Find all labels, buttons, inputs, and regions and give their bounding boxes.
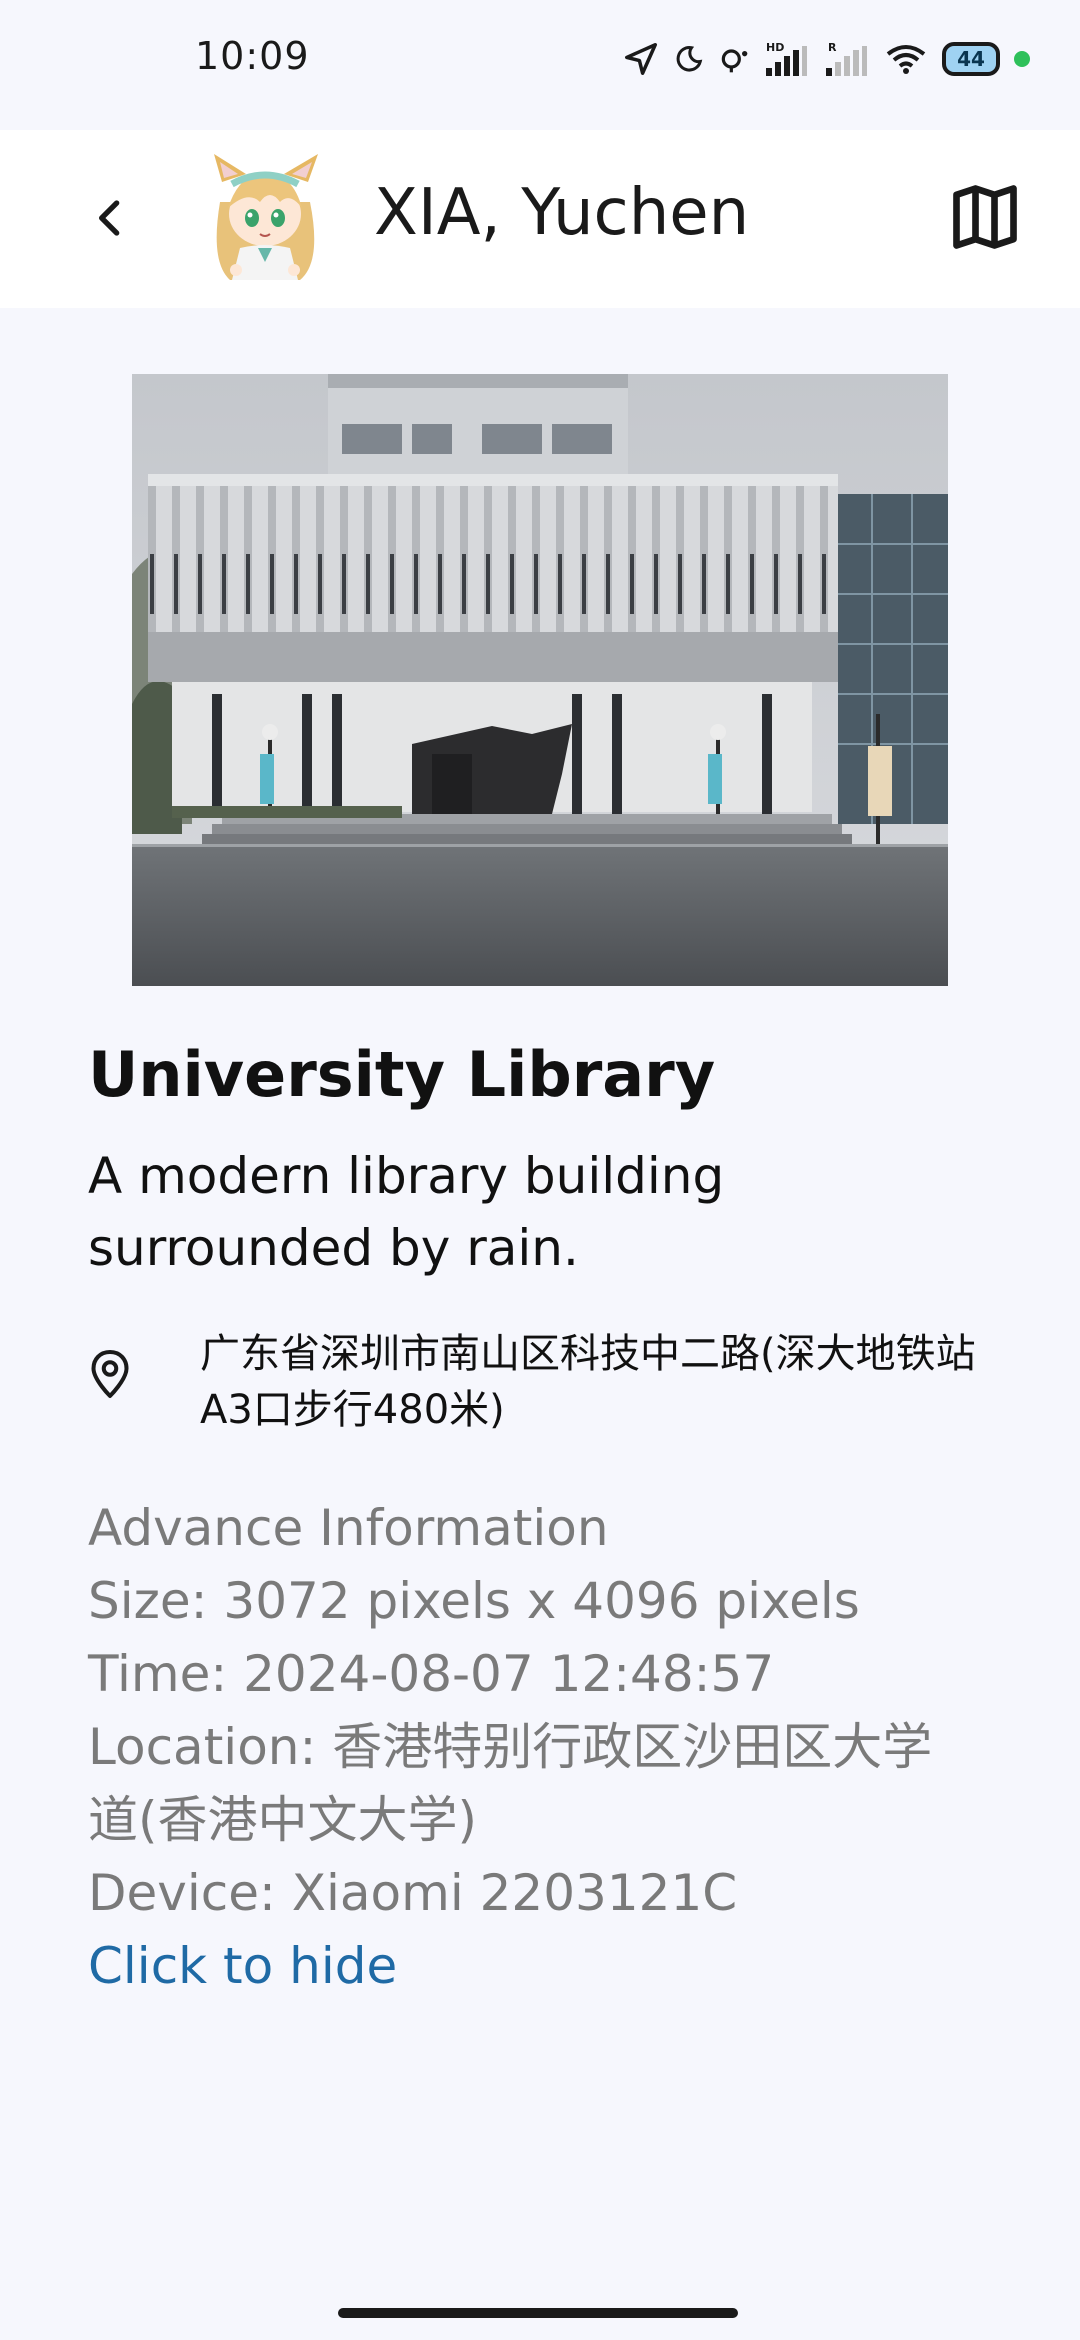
navigation-bar xyxy=(0,2296,1080,2340)
privacy-indicator-dot xyxy=(1014,51,1030,67)
device-model: Device: Xiaomi 2203121C xyxy=(88,1864,738,1922)
image-size: Size: 3072 pixels x 4096 pixels xyxy=(88,1572,860,1630)
wifi-icon xyxy=(886,45,926,74)
battery-level: 44 xyxy=(957,47,985,71)
hide-advance-info-link[interactable]: Click to hide xyxy=(88,1930,1028,2003)
status-icons: HD R 44 xyxy=(622,36,1030,82)
map-button[interactable] xyxy=(940,172,1030,262)
avatar[interactable] xyxy=(200,152,330,284)
location-pin-icon xyxy=(91,1349,129,1399)
battery-icon: 44 xyxy=(942,42,1000,76)
home-gesture-handle[interactable] xyxy=(338,2308,738,2318)
app-bar: XIA, Yuchen xyxy=(0,130,1080,308)
address-text: 广东省深圳市南山区科技中二路(深大地铁站A3口步行480米) xyxy=(200,1331,976,1433)
hd-signal-icon: HD xyxy=(766,41,807,76)
place-title: University Library xyxy=(88,1038,716,1111)
svg-text:R: R xyxy=(828,41,837,54)
alarm-icon xyxy=(721,49,748,73)
place-description: A modern library building surrounded by … xyxy=(88,1147,725,1277)
signal-r-icon: R xyxy=(826,41,867,76)
moon-icon xyxy=(676,46,703,72)
status-bar: 10:09 HD R 44 xyxy=(0,0,1080,130)
advance-heading: Advance Information xyxy=(88,1499,609,1557)
anime-avatar-icon xyxy=(214,154,318,280)
advance-information: Advance Information Size: 3072 pixels x … xyxy=(88,1492,1028,2003)
capture-time: Time: 2024-08-07 12:48:57 xyxy=(88,1645,775,1703)
user-name: XIA, Yuchen xyxy=(374,176,750,250)
svg-text:HD: HD xyxy=(766,41,784,54)
place-details: University Library A modern library buil… xyxy=(88,1030,1028,2003)
chevron-left-icon xyxy=(99,200,120,236)
map-icon xyxy=(953,185,1017,249)
location-arrow-icon xyxy=(625,43,657,75)
place-photo[interactable] xyxy=(132,374,948,986)
back-button[interactable] xyxy=(70,178,150,258)
library-building-image xyxy=(132,374,948,986)
address-row[interactable]: 广东省深圳市南山区科技中二路(深大地铁站A3口步行480米) xyxy=(88,1326,1028,1436)
status-time: 10:09 xyxy=(195,34,310,78)
capture-location: Location: 香港特别行政区沙田区大学道(香港中文大学) xyxy=(88,1718,933,1849)
